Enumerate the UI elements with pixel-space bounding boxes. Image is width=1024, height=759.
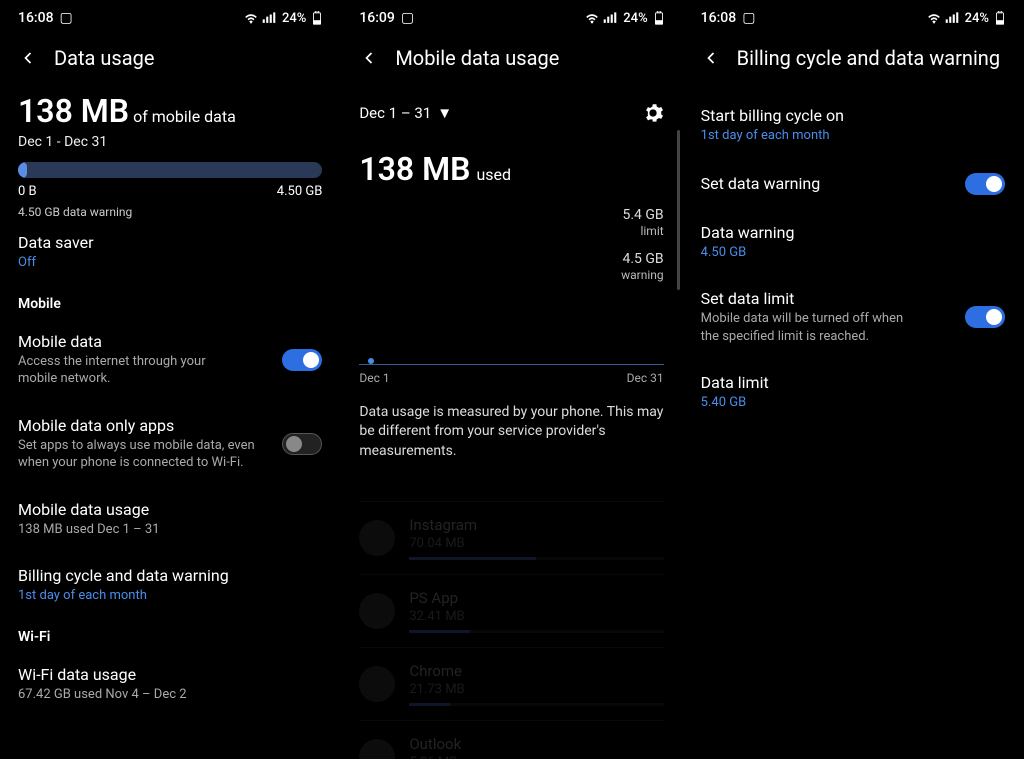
status-battery: 24% <box>282 11 306 26</box>
app-icon <box>359 520 395 556</box>
set-data-warning-toggle[interactable] <box>965 173 1005 195</box>
limit-readout: 5.4 GBlimit 4.5 GBwarning <box>359 206 663 284</box>
status-icons <box>244 12 276 24</box>
section-wifi: Wi-Fi <box>18 619 322 651</box>
usage-period: Dec 1 - Dec 31 <box>18 134 322 150</box>
set-data-limit-toggle[interactable] <box>965 306 1005 328</box>
status-time: 16:09 <box>359 10 395 26</box>
data-warning-item[interactable]: Data warning 4.50 GB <box>701 209 1005 276</box>
status-bar: 16:08 ▢ 24% <box>18 10 322 38</box>
app-name: Instagram <box>409 516 663 534</box>
app-name: PS App <box>409 589 663 607</box>
mobile-data-only-toggle[interactable] <box>282 433 322 455</box>
app-size: 32.41 MB <box>409 609 663 624</box>
set-data-warning-item[interactable]: Set data warning <box>701 159 1005 209</box>
gear-icon[interactable] <box>642 102 664 124</box>
app-icon <box>359 593 395 629</box>
mobile-data-only-item[interactable]: Mobile data only apps Set apps to always… <box>18 402 322 486</box>
usage-progress-bar <box>18 162 322 178</box>
app-size: 5.26 MB <box>409 755 663 759</box>
app-row[interactable]: Chrome 21.73 MB <box>359 647 663 720</box>
status-time: 16:08 <box>18 10 54 26</box>
app-row[interactable]: Instagram 70.04 MB <box>359 501 663 574</box>
usage-graph <box>359 364 663 365</box>
app-usage-bar <box>409 557 663 560</box>
app-size: 21.73 MB <box>409 682 663 697</box>
app-row[interactable]: Outlook 5.26 MB <box>359 720 663 759</box>
wifi-data-usage-item[interactable]: Wi-Fi data usage 67.42 GB used Nov 4 – D… <box>18 651 322 718</box>
app-row[interactable]: PS App 32.41 MB <box>359 574 663 647</box>
image-icon: ▢ <box>60 10 73 26</box>
status-battery: 24% <box>623 11 647 26</box>
page-title: Billing cycle and data warning <box>737 46 1000 70</box>
total-usage: 138 MBof mobile data <box>18 92 322 130</box>
image-icon: ▢ <box>401 10 414 26</box>
data-warning-label: 4.50 GB data warning <box>18 205 322 219</box>
billing-cycle-item[interactable]: Billing cycle and data warning 1st day o… <box>18 552 322 619</box>
mobile-data-item[interactable]: Mobile data Access the internet through … <box>18 318 322 402</box>
app-usage-bar <box>409 630 663 633</box>
graph-end: Dec 31 <box>627 371 664 385</box>
graph-start: Dec 1 <box>359 371 389 385</box>
page-title: Data usage <box>54 46 154 70</box>
chevron-down-icon: ▼ <box>437 104 452 122</box>
bar-min: 0 B <box>18 184 37 199</box>
back-icon[interactable] <box>701 48 721 68</box>
section-mobile: Mobile <box>18 286 322 318</box>
period-selector[interactable]: Dec 1 – 31 ▼ <box>359 104 452 122</box>
back-icon[interactable] <box>18 48 38 68</box>
app-usage-bar <box>409 703 663 706</box>
back-icon[interactable] <box>359 48 379 68</box>
disclaimer-text: Data usage is measured by your phone. Th… <box>359 403 663 462</box>
scroll-indicator <box>677 130 680 290</box>
mobile-data-toggle[interactable] <box>282 349 322 371</box>
image-icon: ▢ <box>742 10 755 26</box>
status-time: 16:08 <box>701 10 737 26</box>
page-title: Mobile data usage <box>395 46 559 70</box>
app-icon <box>359 666 395 702</box>
app-name: Outlook <box>409 735 663 753</box>
status-bar: 16:08 ▢ 24% <box>701 10 1005 38</box>
data-saver-item[interactable]: Data saver Off <box>18 219 322 286</box>
set-data-limit-item[interactable]: Set data limit Mobile data will be turne… <box>701 275 1005 359</box>
app-usage-list: Instagram 70.04 MB PS App 32.41 MB Chrome 21.… <box>359 501 663 759</box>
app-name: Chrome <box>409 662 663 680</box>
total-usage: 138 MBused <box>359 150 663 188</box>
status-icons <box>585 12 617 24</box>
app-icon <box>359 739 395 759</box>
status-bar: 16:09 ▢ 24% <box>359 10 663 38</box>
start-billing-cycle-item[interactable]: Start billing cycle on 1st day of each m… <box>701 92 1005 159</box>
bar-max: 4.50 GB <box>277 184 323 199</box>
data-limit-item[interactable]: Data limit 5.40 GB <box>701 359 1005 426</box>
mobile-data-usage-item[interactable]: Mobile data usage 138 MB used Dec 1 – 31 <box>18 486 322 553</box>
app-size: 70.04 MB <box>409 536 663 551</box>
status-battery: 24% <box>965 11 989 26</box>
status-icons <box>927 12 959 24</box>
